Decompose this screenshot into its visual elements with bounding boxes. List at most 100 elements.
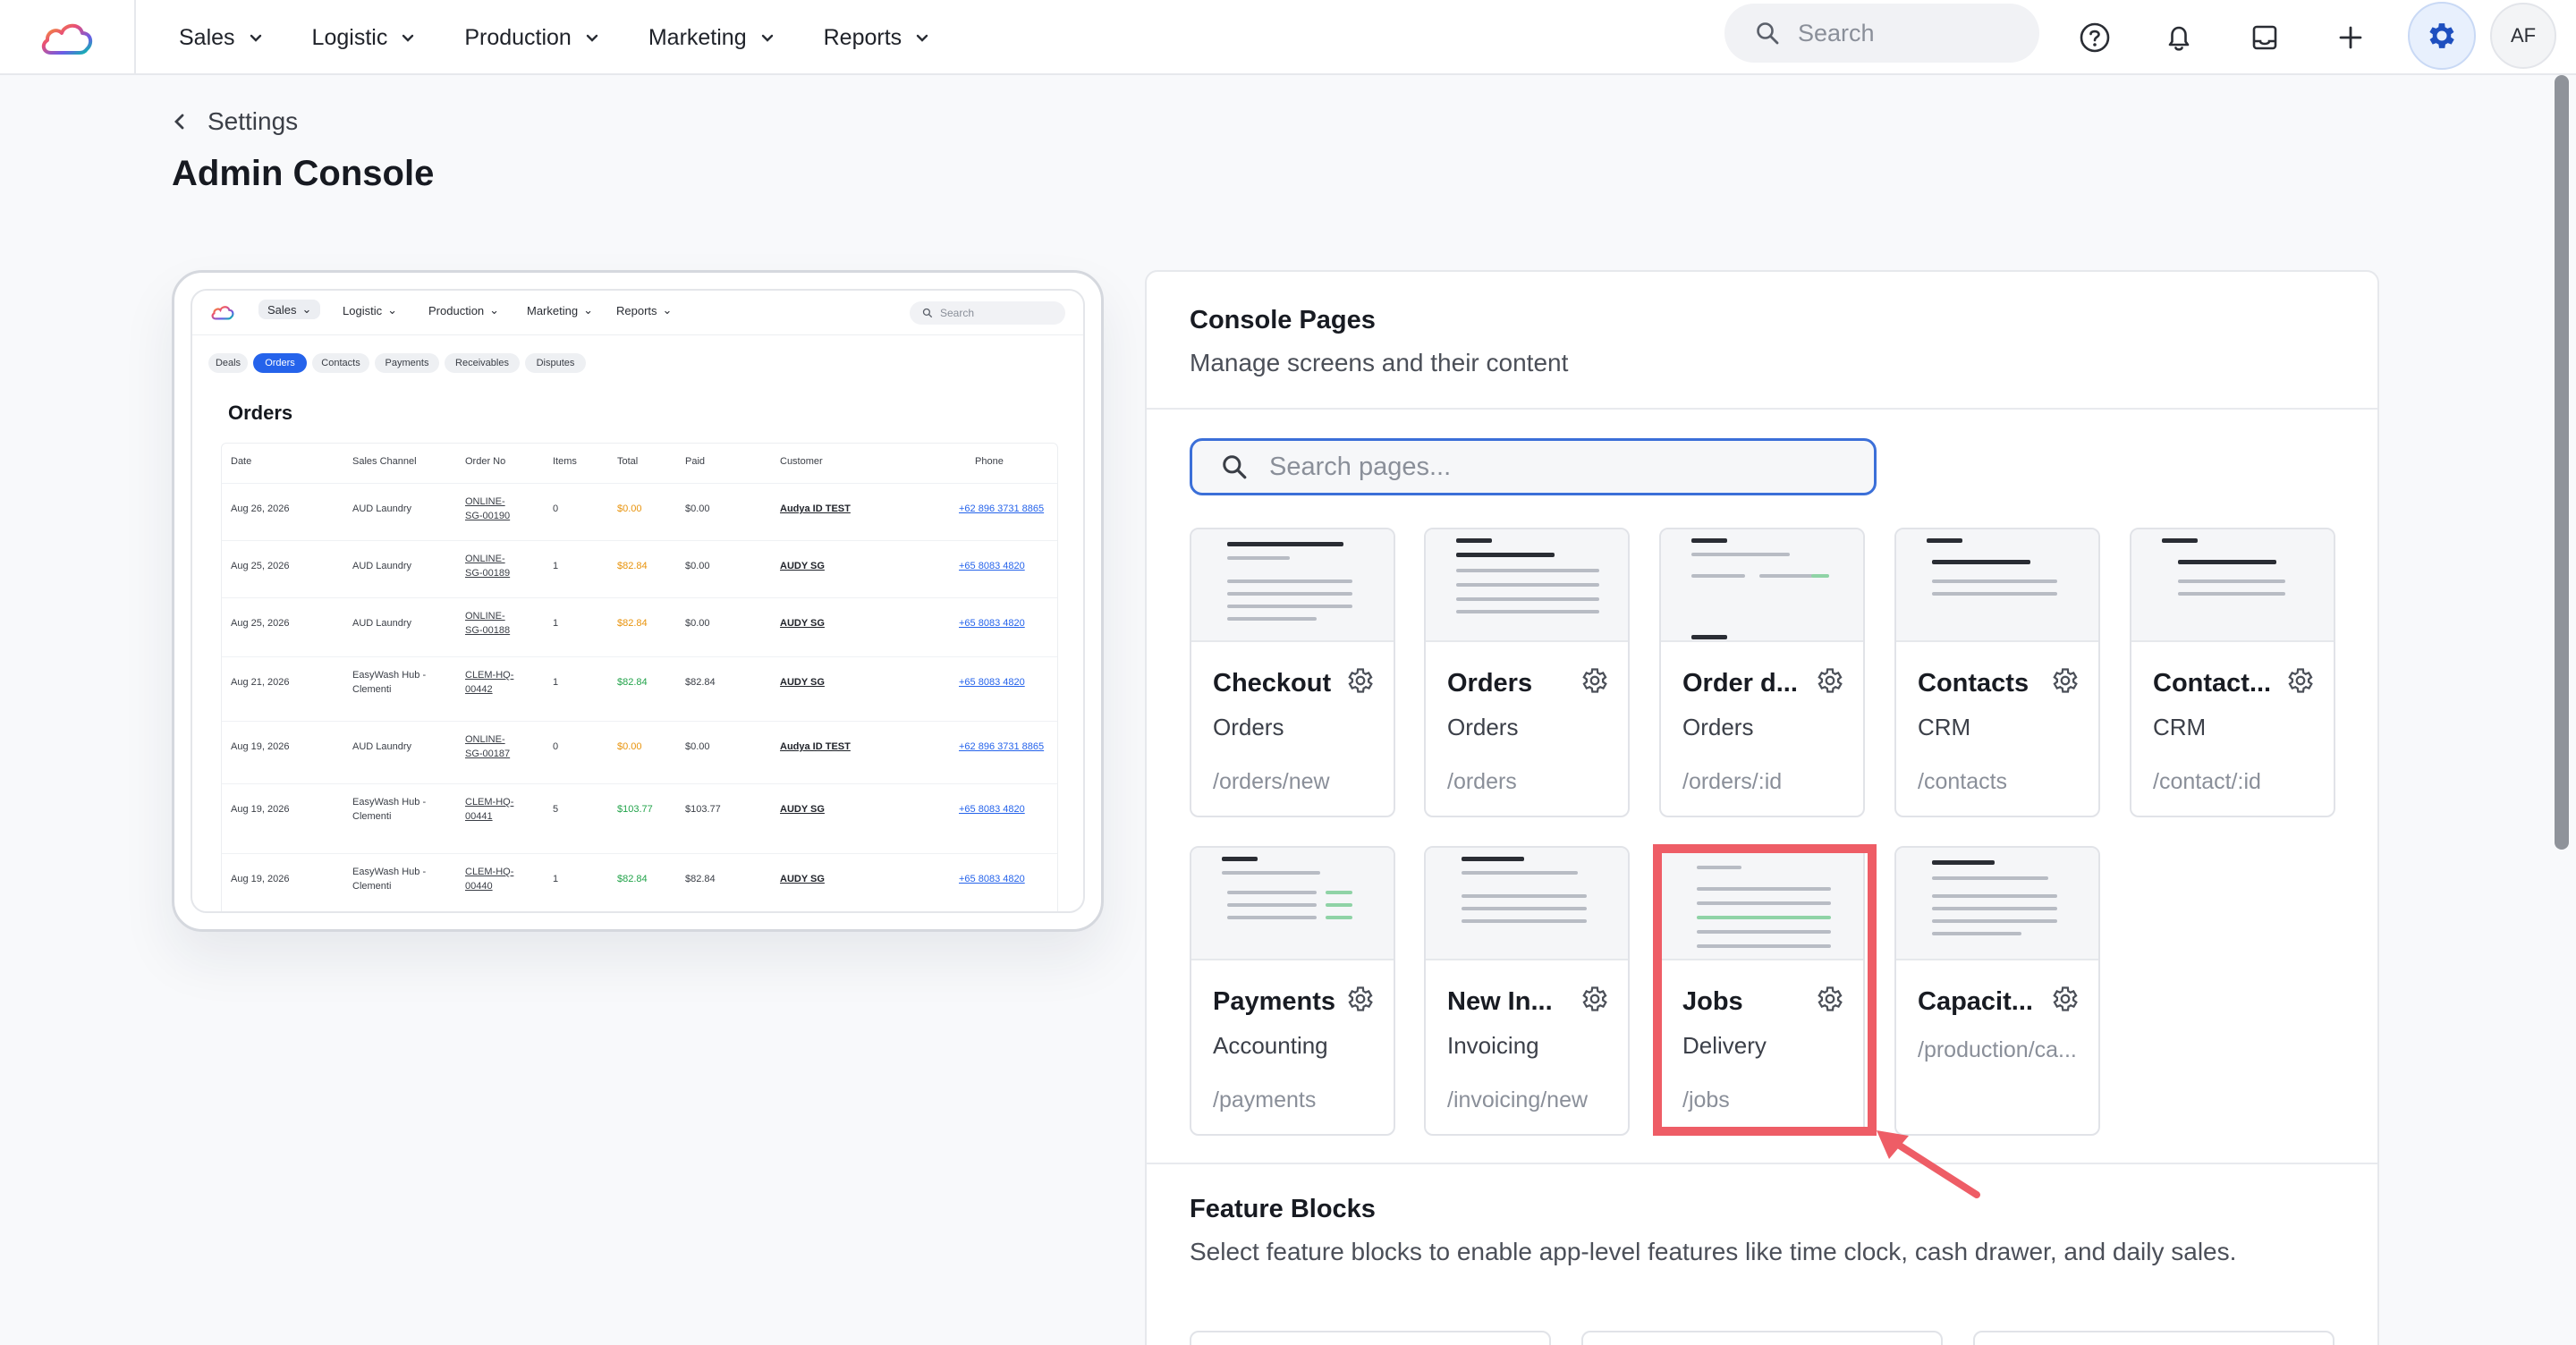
inbox-button[interactable] <box>2236 9 2293 66</box>
search-pages-input[interactable]: Search pages... <box>1190 438 1877 495</box>
page-settings-gear-icon[interactable] <box>1580 984 1610 1019</box>
nav-production[interactable]: Production <box>464 25 600 51</box>
page-card[interactable]: Payments Accounting/payments <box>1190 846 1395 1136</box>
add-button[interactable] <box>2322 9 2379 66</box>
thumbnail-line <box>1932 876 2048 880</box>
table-cell-total: $0.00 <box>617 503 642 514</box>
page-scrollbar[interactable] <box>2553 75 2571 1345</box>
preview-nav-reports: Reports ⌄ <box>616 303 672 317</box>
page-card[interactable]: Contact... CRM/contact/:id <box>2130 528 2335 817</box>
console-pages-subtitle: Manage screens and their content <box>1190 349 1569 376</box>
back-to-settings-link[interactable]: Settings <box>172 107 298 136</box>
page-card[interactable]: Orders Orders/orders <box>1424 528 1630 817</box>
nav-reports-label: Reports <box>823 24 902 50</box>
page-settings-gear-icon[interactable] <box>1580 665 1610 700</box>
preview-col-header: Phone <box>975 456 1004 467</box>
nav-production-label: Production <box>464 24 572 50</box>
page-settings-gear-icon[interactable] <box>2050 665 2080 700</box>
nav-logistic-label: Logistic <box>311 24 388 50</box>
page-settings-gear-icon[interactable] <box>2285 665 2316 700</box>
table-cell-date: Aug 21, 2026 <box>231 677 290 688</box>
feature-block-card[interactable] <box>1973 1331 2334 1345</box>
table-cell-paid: $0.00 <box>685 618 710 629</box>
nav-marketing-label: Marketing <box>648 24 747 50</box>
highlight-annotation <box>1653 844 1877 1136</box>
table-cell-items: 1 <box>553 874 559 884</box>
chevron-left-icon <box>174 114 184 130</box>
scrollbar-thumb[interactable] <box>2555 75 2569 850</box>
table-cell-channel: AUD Laundry <box>352 503 412 514</box>
page-card[interactable]: Order d... Orders/orders/:id <box>1659 528 1865 817</box>
preview-search-label: Search <box>940 307 975 319</box>
chevron-down-icon <box>761 34 773 42</box>
nav-marketing[interactable]: Marketing <box>648 25 775 51</box>
preview-col-header: Sales Channel <box>352 456 417 467</box>
settings-button[interactable] <box>2408 2 2476 70</box>
preview-screen: Sales ⌄ Logistic ⌄ Production ⌄ Marketing ⌄ … <box>191 289 1085 913</box>
thumbnail-line <box>1462 871 1578 875</box>
thumbnail-line <box>1456 538 1492 543</box>
page-settings-gear-icon[interactable] <box>1345 984 1376 1019</box>
preview-chip-contacts: Contacts <box>312 353 369 373</box>
page-card-name: Orders <box>1447 669 1533 698</box>
nav-reports[interactable]: Reports <box>824 25 931 51</box>
preview-col-header: Total <box>617 456 639 467</box>
thumbnail-line <box>1326 891 1352 894</box>
help-circle-icon <box>2080 22 2110 53</box>
table-cell-phone: +62 896 3731 8865 <box>959 503 1045 514</box>
table-cell-order-no: SG-00189 <box>465 568 511 579</box>
table-cell-channel: AUD Laundry <box>352 561 412 571</box>
table-cell-items: 1 <box>553 677 559 688</box>
table-cell-order-no: SG-00188 <box>465 625 511 636</box>
preview-nav: Sales ⌄ Logistic ⌄ Production ⌄ Marketing ⌄ … <box>192 291 1083 335</box>
page-card[interactable]: Checkout Orders/orders/new <box>1190 528 1395 817</box>
table-cell-date: Aug 19, 2026 <box>231 804 290 815</box>
table-cell-phone: +65 8083 4820 <box>959 618 1025 629</box>
table-row-divider <box>222 597 1057 598</box>
page-thumbnail <box>1426 848 1628 960</box>
nav-sales[interactable]: Sales <box>179 25 264 51</box>
global-search-placeholder: Search <box>1798 19 1875 47</box>
table-cell-order-no: SG-00187 <box>465 749 511 759</box>
console-panel: Console Pages Manage screens and their c… <box>1145 270 2379 1345</box>
preview-title: Orders <box>228 402 293 424</box>
help-button[interactable] <box>2066 9 2123 66</box>
notifications-button[interactable] <box>2150 9 2207 66</box>
page-settings-gear-icon[interactable] <box>1815 665 1845 700</box>
page-card-name: Payments <box>1213 987 1336 1016</box>
page-card-category: Accounting <box>1213 1032 1328 1059</box>
thumbnail-line <box>1462 907 1587 910</box>
table-cell-order-no: CLEM-HQ- <box>465 670 514 681</box>
thumbnail-line <box>1691 574 1745 578</box>
page-card[interactable]: New In... Invoicing/invoicing/new <box>1424 846 1630 1136</box>
global-search-input[interactable]: Search <box>1724 4 2039 63</box>
thumbnail-line <box>1227 579 1352 583</box>
page-card[interactable]: Contacts CRM/contacts <box>1894 528 2100 817</box>
feature-block-card[interactable] <box>1581 1331 1943 1345</box>
preview-col-header: Items <box>553 456 577 467</box>
page-settings-gear-icon[interactable] <box>2050 984 2080 1019</box>
table-cell-customer: AUDY SG <box>780 874 825 884</box>
page-card-path: /invoicing/new <box>1447 1087 1589 1112</box>
table-cell-phone: +65 8083 4820 <box>959 804 1025 815</box>
nav-logistic[interactable]: Logistic <box>312 25 417 51</box>
page-card[interactable]: Capacit... /production/ca... <box>1894 846 2100 1136</box>
feature-block-card[interactable] <box>1190 1331 1551 1345</box>
table-cell-order-no: CLEM-HQ- <box>465 797 514 808</box>
app-logo[interactable] <box>0 0 136 75</box>
user-avatar[interactable]: AF <box>2490 3 2556 69</box>
table-cell-order-no: ONLINE- <box>465 734 505 745</box>
page-card-category: Orders <box>1213 714 1284 740</box>
page-card-path: /orders <box>1447 769 1517 794</box>
thumbnail-line <box>1456 583 1599 587</box>
table-cell-customer: Audya ID TEST <box>780 503 851 514</box>
table-cell-paid: $0.00 <box>685 741 710 752</box>
preview-nav-marketing: Marketing ⌄ <box>527 303 593 317</box>
page-card-name: Contacts <box>1918 669 2029 698</box>
table-cell-channel: AUD Laundry <box>352 741 412 752</box>
thumbnail-line <box>1691 553 1790 556</box>
table-row-divider <box>222 656 1057 657</box>
preview-col-header: Customer <box>780 456 823 467</box>
thumbnail-line <box>1932 894 2057 898</box>
page-settings-gear-icon[interactable] <box>1345 665 1376 700</box>
